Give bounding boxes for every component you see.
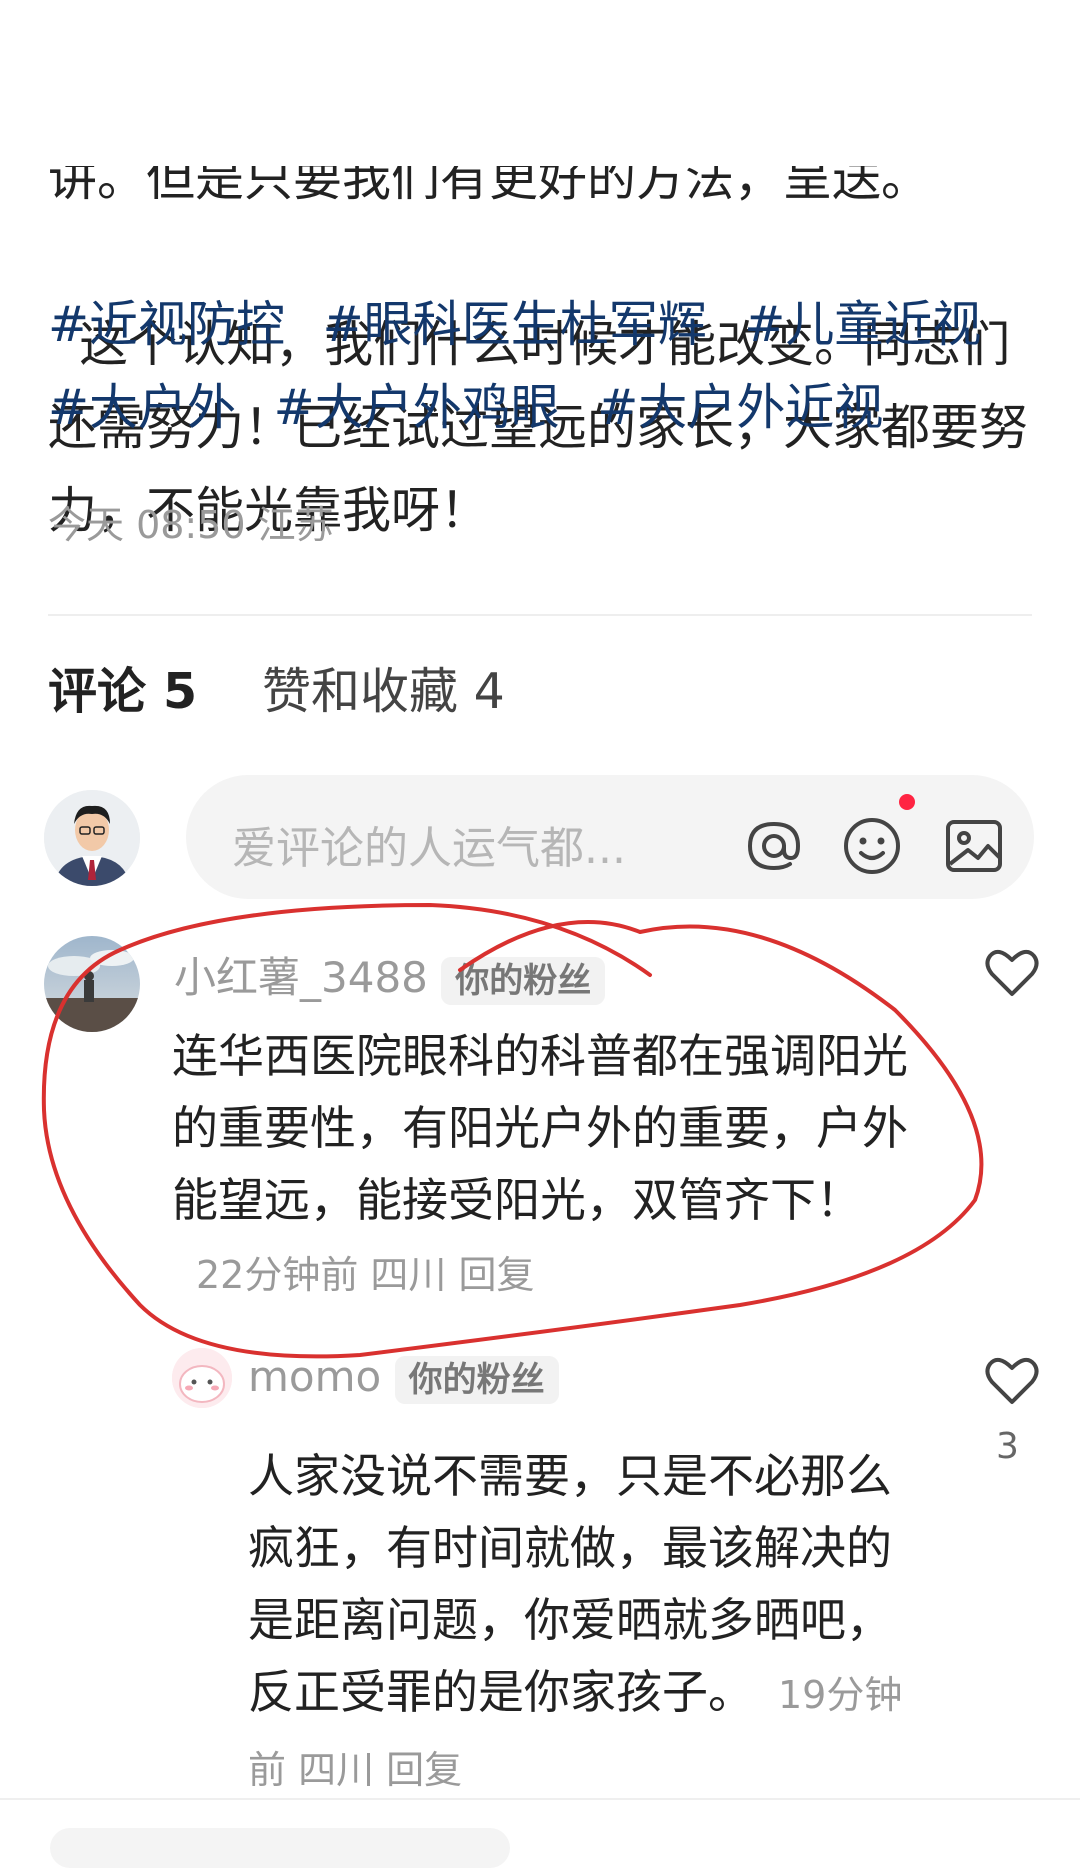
divider <box>0 1798 1080 1800</box>
bottom-input-bar[interactable] <box>50 1828 510 1868</box>
red-annotation-circle <box>41 903 984 1359</box>
